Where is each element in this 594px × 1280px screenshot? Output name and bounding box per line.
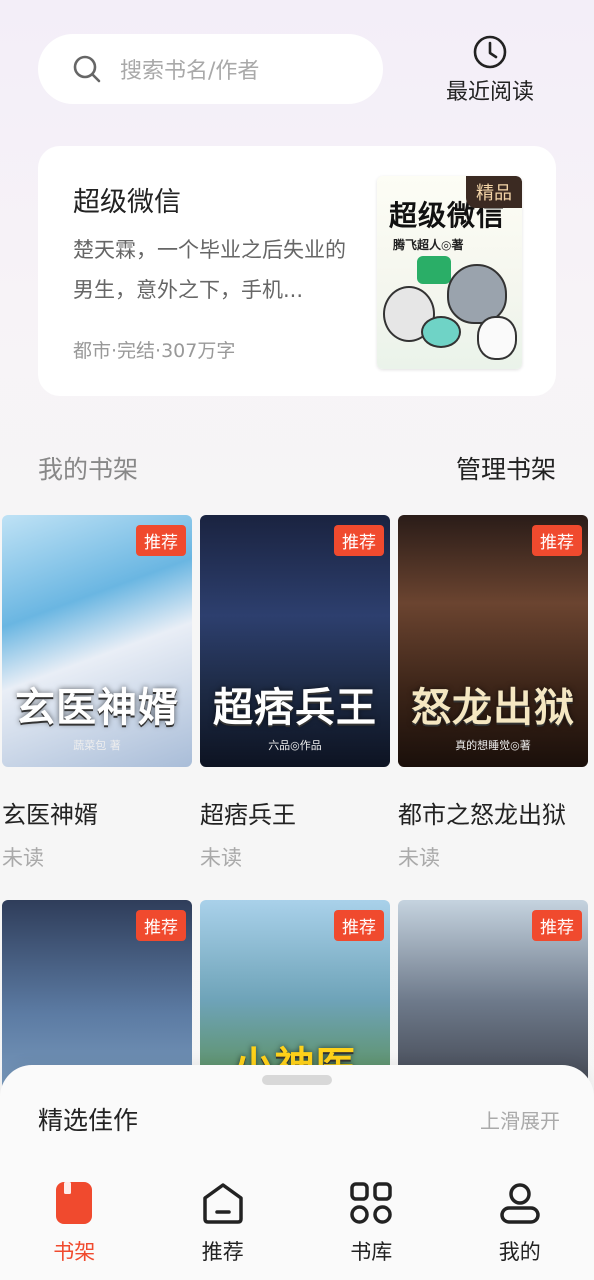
featured-cover-author: 腾飞超人◎著	[393, 238, 464, 252]
recommend-badge: 推荐	[136, 525, 186, 556]
recommend-badge: 推荐	[334, 525, 384, 556]
book-item[interactable]: 超痞兵王 六品◎作品 推荐 超痞兵王 未读	[200, 515, 390, 872]
premium-badge: 精品	[466, 176, 522, 208]
cover-author-art: 蔬菜包 著	[73, 739, 121, 752]
recommend-badge: 推荐	[532, 525, 582, 556]
user-icon	[500, 1183, 540, 1224]
cartoon-figure	[421, 316, 461, 348]
book-cover: 玄医神婿 蔬菜包 著 推荐	[2, 515, 192, 767]
cover-title-art: 超痞兵王	[213, 685, 377, 731]
cartoon-figure	[447, 264, 507, 324]
grid-icon	[350, 1182, 392, 1224]
wechat-logo-icon	[417, 256, 451, 284]
book-title: 超痞兵王	[200, 801, 296, 829]
book-status: 未读	[2, 846, 44, 870]
book-title: 玄医神婿	[2, 801, 98, 829]
featured-book-card[interactable]: 超级微信 楚天霖，一个毕业之后失业的男生，意外之下，手机... 都市·完结·30…	[38, 146, 556, 396]
book-status: 未读	[398, 846, 440, 870]
recommend-badge: 推荐	[334, 910, 384, 941]
book-cover: 怒龙出狱 真的想睡觉◎著 推荐	[398, 515, 588, 767]
search-icon	[73, 55, 101, 83]
bookshelf-page: 搜索书名/作者 最近阅读 超级微信 楚天霖，一个毕业之后失业的男生，意外之下，手…	[0, 0, 594, 1280]
search-placeholder: 搜索书名/作者	[120, 59, 260, 84]
book-item[interactable]: 怒龙出狱 真的想睡觉◎著 推荐 都市之怒龙出狱 未读	[398, 515, 588, 872]
cover-author-art: 六品◎作品	[268, 739, 322, 752]
clock-icon	[473, 35, 507, 69]
recommend-badge: 推荐	[532, 910, 582, 941]
recent-reading-button[interactable]: 最近阅读	[438, 34, 542, 106]
cover-author-art: 真的想睡觉◎著	[455, 739, 531, 752]
featured-description: 楚天霖，一个毕业之后失业的男生，意外之下，手机...	[73, 238, 346, 302]
home-icon	[203, 1183, 243, 1224]
expand-hint[interactable]: 上滑展开	[480, 1105, 560, 1134]
shelf-title: 我的书架	[38, 455, 139, 484]
manage-shelf-button[interactable]: 管理书架	[456, 450, 556, 486]
featured-title: 超级微信	[73, 187, 181, 218]
tab-label: 推荐	[201, 1240, 244, 1264]
tab-bookshelf[interactable]: 书架	[0, 1180, 149, 1280]
bookshelf-icon	[56, 1182, 93, 1224]
cover-title-art: 怒龙出狱	[411, 685, 575, 731]
featured-cover-image: 超级微信 腾飞超人◎著 精品	[377, 176, 522, 369]
book-status: 未读	[200, 846, 242, 870]
cartoon-figure	[477, 316, 517, 360]
tab-profile[interactable]: 我的	[446, 1180, 594, 1280]
search-input[interactable]: 搜索书名/作者	[38, 34, 383, 104]
tab-label: 书架	[53, 1240, 96, 1264]
sheet-title: 精选佳作	[38, 1106, 139, 1135]
tab-library[interactable]: 书库	[297, 1180, 446, 1280]
cover-title-art: 玄医神婿	[15, 685, 179, 731]
book-title: 都市之怒龙出狱	[398, 801, 566, 829]
recommend-badge: 推荐	[136, 910, 186, 941]
featured-meta: 都市·完结·307万字	[73, 340, 236, 362]
tab-recommend[interactable]: 推荐	[149, 1180, 298, 1280]
drag-handle[interactable]	[262, 1075, 332, 1085]
recent-reading-label: 最近阅读	[445, 80, 534, 105]
tab-label: 书库	[350, 1240, 393, 1264]
tab-label: 我的	[498, 1240, 541, 1264]
bottom-tab-bar: 书架 推荐 书库 我的	[0, 1180, 594, 1280]
book-item[interactable]: 玄医神婿 蔬菜包 著 推荐 玄医神婿 未读	[2, 515, 192, 872]
book-cover: 超痞兵王 六品◎作品 推荐	[200, 515, 390, 767]
